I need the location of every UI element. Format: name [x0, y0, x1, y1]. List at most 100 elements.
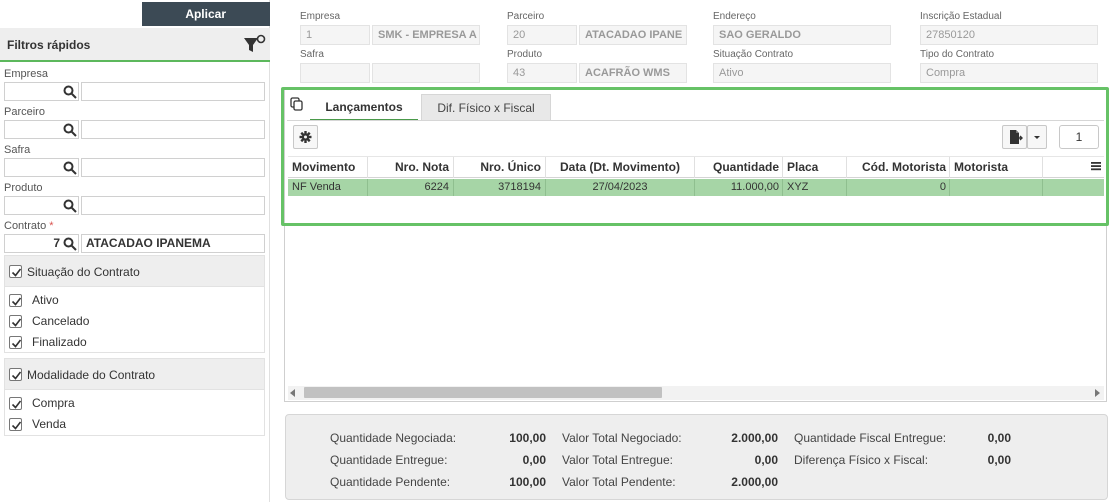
grid-container: [284, 88, 1107, 402]
search-icon[interactable]: [63, 85, 77, 99]
checkmark-icon: [11, 297, 22, 306]
checkmark-icon: [11, 400, 22, 409]
grid-header: Movimento Nro. Nota Nro. Único Data (Dt.…: [288, 156, 1104, 178]
copy-icon[interactable]: [290, 97, 304, 111]
col-nro-unico[interactable]: Nro. Único: [454, 157, 546, 178]
option-cancelado[interactable]: Cancelado: [5, 311, 255, 331]
valor-negociado-value: 2.000,00: [731, 431, 778, 445]
option-label: Venda: [32, 417, 67, 431]
modalidade-group-header[interactable]: Modalidade do Contrato: [4, 358, 265, 390]
situacao-group-header[interactable]: Situação do Contrato: [4, 255, 265, 287]
safra-name-field: [372, 63, 480, 83]
quick-filters-panel: Aplicar Filtros rápidos Empresa Parceiro…: [0, 0, 270, 502]
produto-filter-label: Produto: [4, 182, 43, 194]
page-number-input[interactable]: 1: [1059, 125, 1099, 149]
parceiro-name-field: ATACADAO IPANE: [579, 25, 687, 45]
col-cod-motorista[interactable]: Cód. Motorista: [847, 157, 950, 178]
search-icon[interactable]: [63, 199, 77, 213]
diferenca-label: Diferença Físico x Fiscal:: [794, 453, 929, 467]
option-ativo[interactable]: Ativo: [5, 290, 255, 310]
settings-button[interactable]: [293, 125, 318, 149]
col-data-movimento[interactable]: Data (Dt. Movimento): [546, 157, 695, 178]
tab-divider: [287, 120, 1104, 121]
col-movimento[interactable]: Movimento: [288, 157, 368, 178]
search-icon[interactable]: [63, 237, 77, 251]
qtd-negociada-label: Quantidade Negociada:: [330, 431, 457, 445]
parceiro-label: Parceiro: [507, 11, 545, 22]
produto-description-field[interactable]: [81, 196, 265, 215]
parceiro-description-field[interactable]: [81, 120, 265, 139]
qtd-fiscal-entregue-label: Quantidade Fiscal Entregue:: [794, 431, 947, 445]
produto-label: Produto: [507, 49, 543, 60]
apply-button[interactable]: Aplicar: [142, 2, 270, 26]
filters-header: Filtros rápidos: [0, 28, 270, 62]
diferenca-value: 0,00: [987, 453, 1011, 467]
situacao-group-checkbox[interactable]: [9, 265, 22, 278]
option-finalizado[interactable]: Finalizado: [5, 332, 255, 352]
cell-nro-unico: 3718194: [454, 179, 546, 196]
table-row[interactable]: NF Venda 6224 3718194 27/04/2023 11.000,…: [288, 179, 1104, 196]
gear-icon: [299, 131, 312, 143]
search-icon[interactable]: [63, 123, 77, 137]
valor-entregue-value: 0,00: [754, 453, 778, 467]
safra-description-field[interactable]: [81, 158, 265, 177]
cell-data: 27/04/2023: [546, 179, 695, 196]
col-placa[interactable]: Placa: [783, 157, 847, 178]
situacao-group-title: Situação do Contrato: [27, 265, 140, 279]
scrollbar-thumb[interactable]: [304, 387, 662, 398]
tab-lancamentos[interactable]: Lançamentos: [310, 94, 418, 121]
qtd-pendente-label: Quantidade Pendente:: [330, 475, 451, 489]
parceiro-filter-label: Parceiro: [4, 106, 45, 118]
checkmark-icon: [11, 339, 22, 348]
tipo-contrato-label: Tipo do Contrato: [920, 49, 995, 60]
checkbox[interactable]: [9, 397, 22, 410]
checkbox[interactable]: [9, 294, 22, 307]
search-icon[interactable]: [63, 161, 77, 175]
option-label: Compra: [32, 396, 75, 410]
cell-cod-motorista: 0: [847, 179, 950, 196]
valor-pendente-label: Valor Total Pendente:: [562, 475, 676, 489]
safra-label: Safra: [300, 49, 324, 60]
totals-panel: Quantidade Negociada: 100,00 Quantidade …: [285, 414, 1108, 500]
safra-code-field: [300, 63, 370, 83]
cell-quantidade: 11.000,00: [695, 179, 783, 196]
checkbox[interactable]: [9, 315, 22, 328]
endereco-label: Endereço: [713, 11, 756, 22]
produto-name-field: ACAFRÃO WMS: [579, 63, 687, 83]
contrato-description-field[interactable]: ATACADAO IPANEMA: [81, 234, 265, 253]
empresa-code-field: 1: [300, 25, 370, 45]
col-motorista[interactable]: Motorista: [950, 157, 1043, 178]
checkbox[interactable]: [9, 418, 22, 431]
scroll-left-icon: [290, 389, 295, 397]
qtd-fiscal-entregue-value: 0,00: [987, 431, 1011, 445]
contrato-filter-label: Contrato *: [4, 220, 54, 232]
col-quantidade[interactable]: Quantidade: [695, 157, 783, 178]
modalidade-group-title: Modalidade do Contrato: [27, 368, 156, 382]
required-mark: *: [49, 220, 54, 232]
option-compra[interactable]: Compra: [5, 393, 255, 413]
inscricao-field: 27850120: [920, 25, 1098, 45]
tab-dif-fisico-fiscal[interactable]: Dif. Físico x Fiscal: [421, 94, 551, 121]
cell-movimento: NF Venda: [288, 179, 368, 196]
inscricao-label: Inscrição Estadual: [920, 11, 1002, 22]
qtd-negociada-value: 100,00: [509, 431, 546, 445]
option-venda[interactable]: Venda: [5, 414, 255, 434]
export-menu-button[interactable]: [1027, 125, 1047, 149]
column-menu-icon[interactable]: [1090, 160, 1102, 172]
valor-entregue-label: Valor Total Entregue:: [562, 453, 673, 467]
col-nro-nota[interactable]: Nro. Nota: [368, 157, 454, 178]
option-label: Cancelado: [32, 314, 90, 328]
checkmark-icon: [11, 268, 22, 277]
empresa-description-field[interactable]: [81, 82, 265, 101]
export-button[interactable]: [1002, 125, 1027, 149]
filters-title: Filtros rápidos: [7, 38, 91, 52]
checkmark-icon: [11, 318, 22, 327]
tipo-contrato-field: Compra: [920, 63, 1098, 83]
checkbox[interactable]: [9, 336, 22, 349]
export-icon: [1010, 130, 1023, 144]
situacao-field: Ativo: [713, 63, 891, 83]
valor-negociado-label: Valor Total Negociado:: [562, 431, 682, 445]
filter-funnel-icon[interactable]: [242, 34, 266, 56]
modalidade-group-checkbox[interactable]: [9, 368, 22, 381]
produto-code-field: 43: [507, 63, 577, 83]
